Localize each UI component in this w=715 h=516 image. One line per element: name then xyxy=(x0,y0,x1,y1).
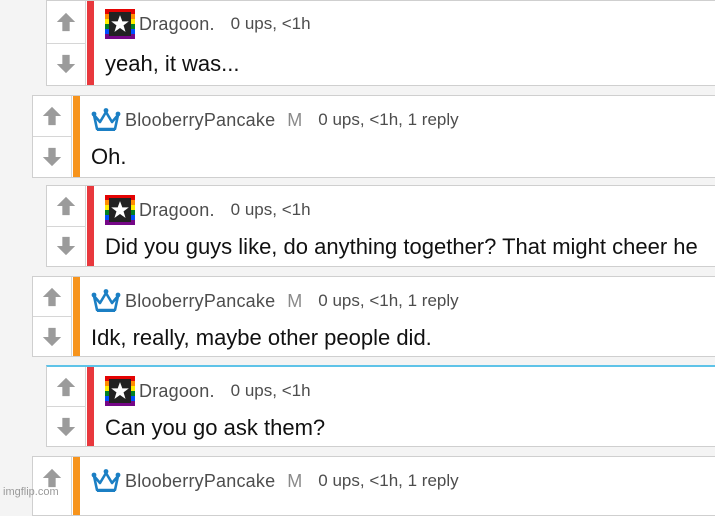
upvote-button[interactable] xyxy=(47,367,85,406)
comment-meta: Dragoon. 0 ups, <1h xyxy=(105,195,311,225)
comment-info: 0 ups, <1h, 1 reply xyxy=(318,110,459,129)
comment: BlooberryPancake M 0 ups, <1h, 1 reply I… xyxy=(32,276,715,357)
vote-controls xyxy=(33,277,72,356)
comment-accent-bar xyxy=(73,277,80,356)
comment-info: 0 ups, <1h xyxy=(230,14,311,33)
comment-text: yeah, it was... xyxy=(105,51,240,76)
arrow-up-icon xyxy=(41,286,63,308)
username[interactable]: BlooberryPancake xyxy=(125,291,275,312)
downvote-button[interactable] xyxy=(33,136,71,177)
arrow-down-icon xyxy=(41,146,63,168)
comment-accent-bar xyxy=(73,96,80,177)
username[interactable]: Dragoon. xyxy=(139,200,215,221)
upvote-button[interactable] xyxy=(47,1,85,43)
username[interactable]: Dragoon. xyxy=(139,14,215,35)
comment-info: 0 ups, <1h xyxy=(230,381,311,400)
rainbow-star-badge-icon xyxy=(105,195,135,225)
comment-text: Did you guys like, do anything together?… xyxy=(105,234,698,259)
comment-text: Oh. xyxy=(91,144,127,169)
comment: BlooberryPancake M 0 ups, <1h, 1 reply xyxy=(32,456,715,516)
mod-badge: M xyxy=(287,109,303,130)
comment-accent-bar xyxy=(73,457,80,515)
arrow-up-icon xyxy=(41,105,63,127)
comment-accent-bar xyxy=(87,186,94,266)
watermark: imgflip.com xyxy=(3,486,59,498)
comment-meta: Dragoon. 0 ups, <1h xyxy=(105,9,311,39)
crown-icon xyxy=(91,286,121,316)
arrow-down-icon xyxy=(41,326,63,348)
comment: Dragoon. 0 ups, <1h Did you guys like, d… xyxy=(46,185,715,267)
arrow-down-icon xyxy=(55,416,77,438)
downvote-button[interactable] xyxy=(47,406,85,446)
upvote-button[interactable] xyxy=(47,186,85,226)
username[interactable]: BlooberryPancake xyxy=(125,471,275,492)
downvote-button[interactable] xyxy=(33,316,71,356)
arrow-up-icon xyxy=(55,376,77,398)
arrow-up-icon xyxy=(55,195,77,217)
comment-info: 0 ups, <1h, 1 reply xyxy=(318,471,459,490)
rainbow-star-badge-icon xyxy=(105,9,135,39)
crown-icon xyxy=(91,105,121,135)
comment-accent-bar xyxy=(87,367,94,446)
comment-info: 0 ups, <1h xyxy=(230,200,311,219)
arrow-up-icon xyxy=(55,11,77,33)
comment-text: Can you go ask them? xyxy=(105,415,326,440)
arrow-down-icon xyxy=(55,53,77,75)
crown-icon xyxy=(91,466,121,496)
downvote-button[interactable] xyxy=(47,225,85,267)
comment: Dragoon. 0 ups, <1h Can you go ask them? xyxy=(46,365,715,447)
downvote-button[interactable] xyxy=(47,42,85,86)
comment-meta: BlooberryPancake M 0 ups, <1h, 1 reply xyxy=(91,286,459,316)
mod-badge: M xyxy=(287,470,303,491)
vote-controls xyxy=(33,96,72,177)
comment-meta: Dragoon. 0 ups, <1h xyxy=(105,376,311,406)
comment: BlooberryPancake M 0 ups, <1h, 1 reply O… xyxy=(32,95,715,178)
mod-badge: M xyxy=(287,290,303,311)
comment-accent-bar xyxy=(87,1,94,85)
comment-text: Idk, really, maybe other people did. xyxy=(91,325,432,350)
comment-meta: BlooberryPancake M 0 ups, <1h, 1 reply xyxy=(91,466,459,496)
comment-meta: BlooberryPancake M 0 ups, <1h, 1 reply xyxy=(91,105,459,135)
username[interactable]: BlooberryPancake xyxy=(125,110,275,131)
upvote-button[interactable] xyxy=(33,96,71,136)
username[interactable]: Dragoon. xyxy=(139,381,215,402)
arrow-down-icon xyxy=(55,235,77,257)
vote-controls xyxy=(47,1,86,85)
comment-info: 0 ups, <1h, 1 reply xyxy=(318,291,459,310)
upvote-button[interactable] xyxy=(33,277,71,316)
vote-controls xyxy=(47,186,86,266)
rainbow-star-badge-icon xyxy=(105,376,135,406)
vote-controls xyxy=(47,367,86,446)
comment: Dragoon. 0 ups, <1h yeah, it was... xyxy=(46,0,715,86)
